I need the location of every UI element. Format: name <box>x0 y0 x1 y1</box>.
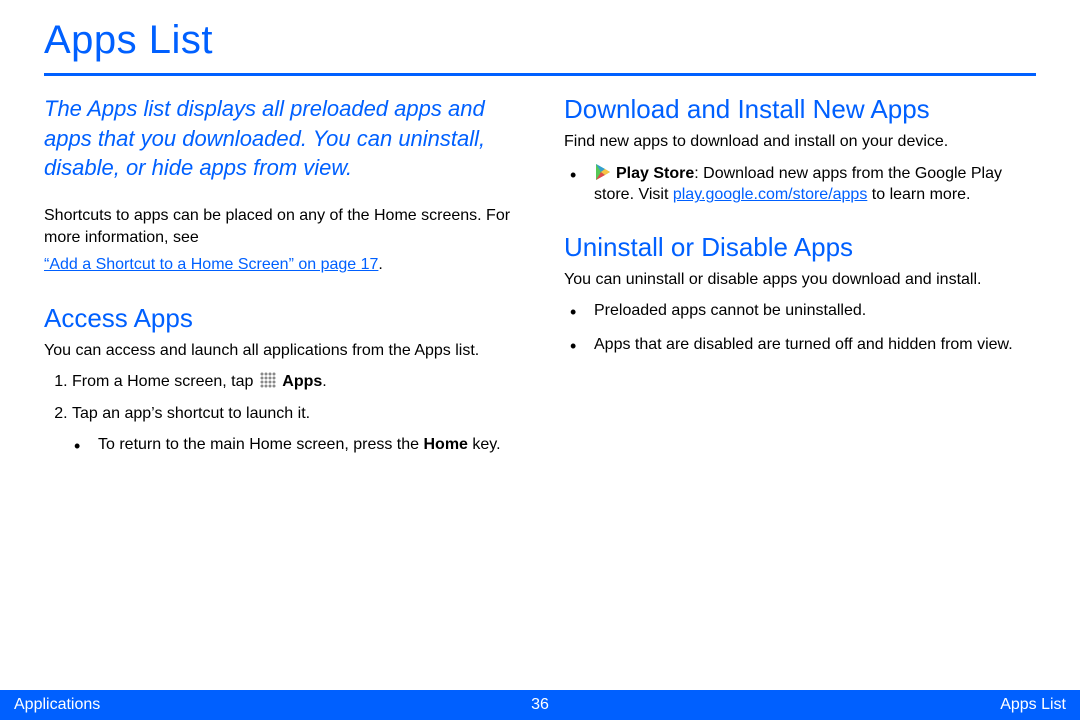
intro-text: The Apps list displays all preloaded app… <box>44 94 516 183</box>
uninstall-bullet-2: Apps that are disabled are turned off an… <box>564 334 1036 356</box>
page-footer: Applications 36 Apps List <box>0 690 1080 720</box>
page-title: Apps List <box>44 18 1036 63</box>
step-2-sub: To return to the main Home screen, press… <box>72 434 516 456</box>
footer-right: Apps List <box>1000 696 1066 714</box>
download-bullets: Play Store: Download new apps from the G… <box>564 163 1036 206</box>
step-1-text-c: . <box>322 373 326 390</box>
uninstall-desc: You can uninstall or disable apps you do… <box>564 269 1036 291</box>
play-store-label: Play Store <box>616 165 694 182</box>
download-desc: Find new apps to download and install on… <box>564 131 1036 153</box>
xref-period: . <box>378 256 382 273</box>
right-column: Download and Install New Apps Find new a… <box>564 94 1036 466</box>
step-1-apps-label: Apps <box>282 373 322 390</box>
step-2-sub-c: key. <box>468 436 501 453</box>
apps-grid-icon <box>260 372 276 388</box>
step-2: Tap an app’s shortcut to launch it. To r… <box>72 403 516 456</box>
step-1: From a Home screen, tap Apps. <box>72 371 516 393</box>
step-2-text: Tap an app’s shortcut to launch it. <box>72 405 310 422</box>
play-store-link[interactable]: play.google.com/store/apps <box>673 186 867 203</box>
access-apps-desc: You can access and launch all applicatio… <box>44 340 516 362</box>
uninstall-heading: Uninstall or Disable Apps <box>564 232 1036 263</box>
shortcut-info: Shortcuts to apps can be placed on any o… <box>44 205 516 248</box>
content-columns: The Apps list displays all preloaded app… <box>44 94 1036 466</box>
step-2-sub-home: Home <box>423 436 467 453</box>
access-apps-heading: Access Apps <box>44 303 516 334</box>
uninstall-bullets: Preloaded apps cannot be uninstalled. Ap… <box>564 300 1036 355</box>
footer-left: Applications <box>14 696 100 714</box>
title-rule <box>44 73 1036 76</box>
download-heading: Download and Install New Apps <box>564 94 1036 125</box>
step-1-text-a: From a Home screen, tap <box>72 373 258 390</box>
shortcut-xref-link[interactable]: “Add a Shortcut to a Home Screen” on pag… <box>44 256 378 273</box>
step-2-sub-a: To return to the main Home screen, press… <box>98 436 423 453</box>
shortcut-info-line: Shortcuts to apps can be placed on any o… <box>44 207 510 246</box>
play-store-icon <box>594 163 612 181</box>
uninstall-bullet-1: Preloaded apps cannot be uninstalled. <box>564 300 1036 322</box>
play-store-bullet: Play Store: Download new apps from the G… <box>564 163 1036 206</box>
play-store-text-b: to learn more. <box>867 186 970 203</box>
left-column: The Apps list displays all preloaded app… <box>44 94 516 466</box>
access-apps-steps: From a Home screen, tap Apps. Tap an app… <box>44 371 516 456</box>
footer-page-number: 36 <box>531 696 549 714</box>
step-2-sub-item: To return to the main Home screen, press… <box>72 434 516 456</box>
shortcut-xref-line: “Add a Shortcut to a Home Screen” on pag… <box>44 254 516 276</box>
